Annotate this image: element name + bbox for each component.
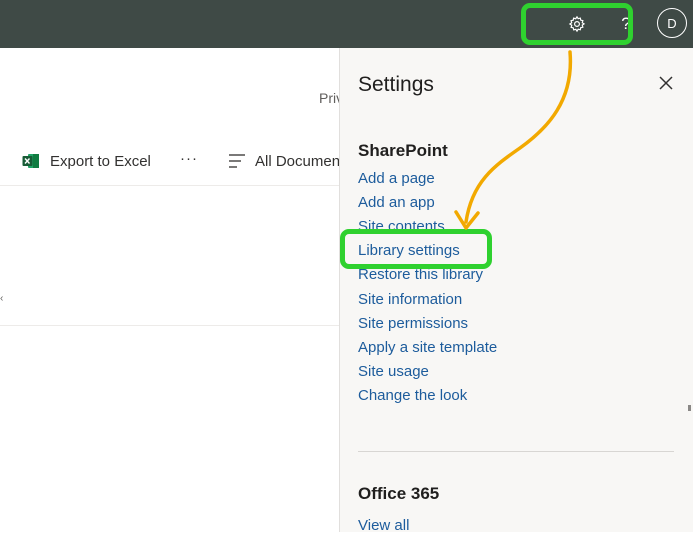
close-panel-button[interactable]: [655, 72, 677, 94]
section-divider: [358, 451, 674, 452]
library-settings-highlight-annotation: [340, 229, 492, 269]
sharepoint-section-title: SharePoint: [358, 141, 448, 160]
add-an-app-link[interactable]: Add an app: [358, 194, 435, 211]
view-all-link[interactable]: View all: [358, 517, 409, 534]
change-the-look-link[interactable]: Change the look: [358, 387, 467, 404]
account-avatar[interactable]: D: [657, 8, 687, 38]
site-information-link[interactable]: Site information: [358, 291, 462, 308]
close-icon: [659, 76, 673, 90]
export-to-excel-button[interactable]: Export to Excel: [22, 150, 151, 172]
office365-section-title: Office 365: [358, 484, 440, 503]
scrollbar-marker: [688, 405, 691, 411]
view-selector-label: All Documen: [255, 152, 341, 170]
site-permissions-link[interactable]: Site permissions: [358, 315, 468, 332]
excel-icon: [22, 154, 39, 168]
list-header-divider: [0, 185, 340, 186]
more-commands-button[interactable]: ···: [180, 150, 200, 172]
view-options-icon: [229, 154, 245, 168]
apply-a-site-template-link[interactable]: Apply a site template: [358, 339, 497, 356]
gear-highlight-annotation: [521, 3, 633, 45]
export-to-excel-label: Export to Excel: [50, 152, 151, 170]
site-usage-link[interactable]: Site usage: [358, 363, 429, 380]
add-a-page-link[interactable]: Add a page: [358, 170, 435, 187]
list-row-divider: [0, 325, 340, 326]
settings-panel-title: Settings: [358, 73, 434, 96]
view-selector[interactable]: All Documen: [228, 150, 340, 172]
settings-panel: Settings SharePoint Add a page Add an ap…: [339, 48, 693, 534]
chevron-left-icon: ‹: [0, 293, 4, 304]
